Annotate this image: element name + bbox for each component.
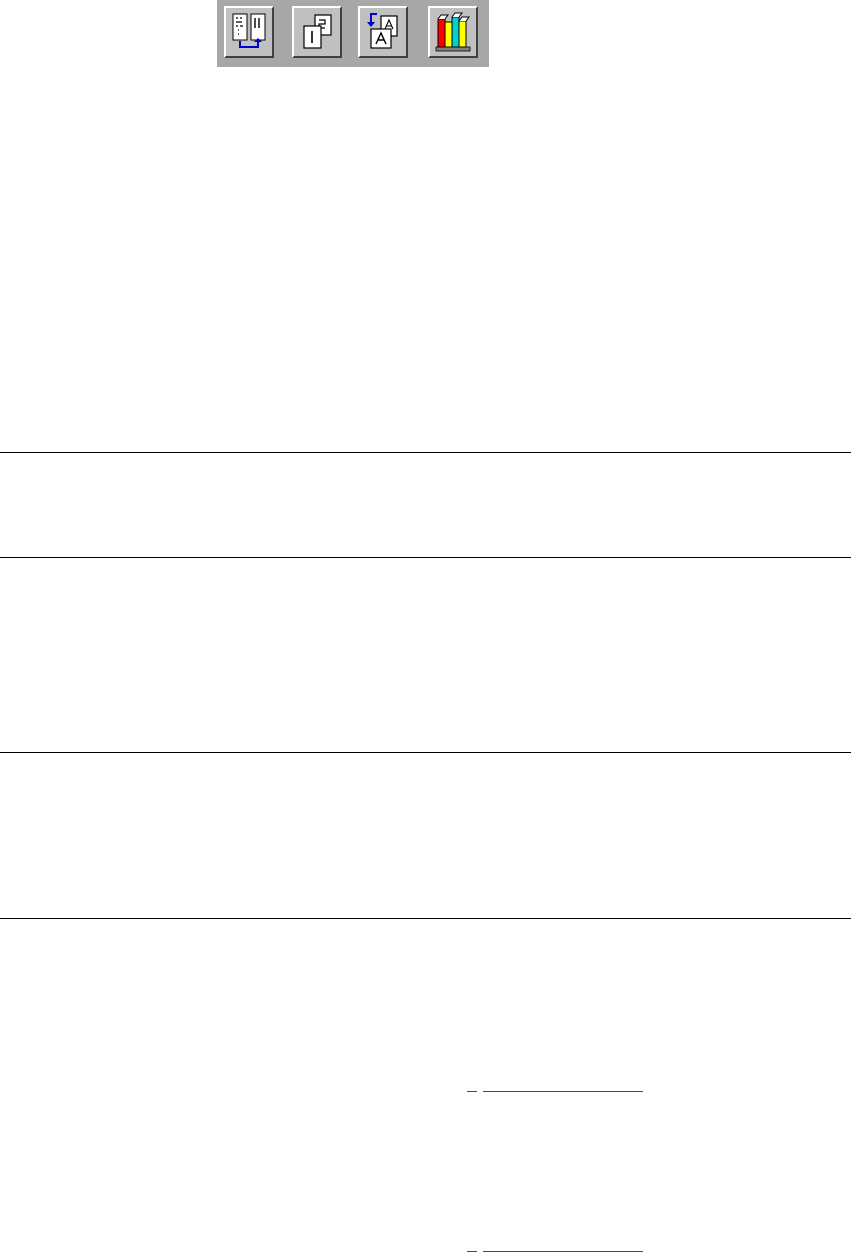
horizontal-rule — [0, 918, 851, 919]
compare-pages-button[interactable] — [224, 6, 274, 58]
horizontal-rule — [0, 557, 851, 558]
link-marker[interactable] — [467, 1251, 477, 1252]
horizontal-rule — [0, 752, 851, 753]
numbered-pages-button[interactable] — [292, 6, 342, 58]
two-pages-arrow-icon — [232, 13, 266, 48]
document-rotate-icon — [367, 13, 398, 49]
stacked-pages-icon — [303, 14, 332, 49]
rotate-document-button[interactable] — [358, 6, 408, 58]
horizontal-rule — [0, 452, 851, 453]
toolbar — [217, 0, 489, 67]
library-button[interactable] — [428, 6, 478, 58]
books-icon — [435, 12, 471, 52]
link-underline[interactable] — [483, 1251, 643, 1252]
link-underline[interactable] — [483, 1091, 643, 1092]
link-marker[interactable] — [467, 1091, 477, 1092]
